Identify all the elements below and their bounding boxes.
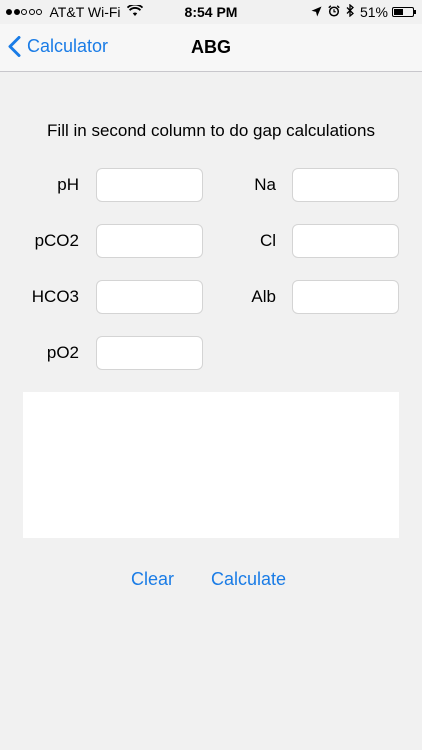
alb-input[interactable] — [292, 280, 399, 314]
hco3-input[interactable] — [96, 280, 203, 314]
cl-input[interactable] — [292, 224, 399, 258]
status-bar: AT&T Wi-Fi 8:54 PM 51% — [0, 0, 422, 24]
navigation-bar: Calculator ABG — [0, 24, 422, 72]
battery-percentage: 51% — [359, 4, 388, 20]
clear-button[interactable]: Clear — [131, 569, 174, 590]
hco3-label: HCO3 — [31, 287, 79, 306]
status-right: 51% — [305, 3, 416, 20]
location-arrow-icon — [311, 4, 322, 20]
cl-label: Cl — [259, 231, 276, 250]
instructions-text: Fill in second column to do gap calculat… — [47, 121, 375, 140]
calculate-button[interactable]: Calculate — [211, 569, 286, 590]
alb-label: Alb — [251, 287, 276, 306]
bluetooth-icon — [346, 3, 354, 20]
battery-fill — [394, 9, 404, 15]
page-title: ABG — [191, 37, 231, 57]
po2-label: pO2 — [46, 343, 79, 362]
pco2-label: pCO2 — [34, 231, 79, 250]
battery-icon — [392, 7, 416, 17]
result-output — [23, 392, 399, 538]
pco2-input[interactable] — [96, 224, 203, 258]
na-label: Na — [254, 175, 276, 194]
na-input[interactable] — [292, 168, 399, 202]
ph-input[interactable] — [96, 168, 203, 202]
po2-input[interactable] — [96, 336, 203, 370]
alarm-clock-icon — [328, 4, 340, 20]
ph-label: pH — [57, 175, 79, 194]
